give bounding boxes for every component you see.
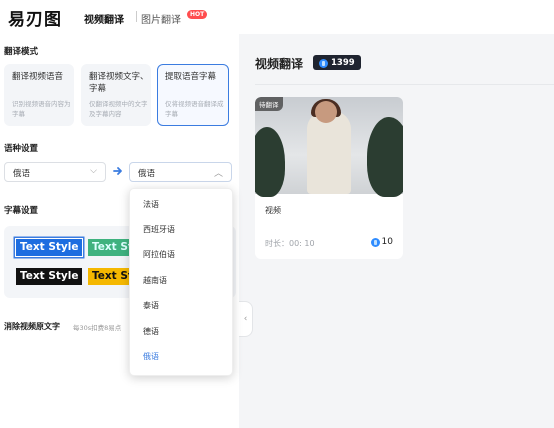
arrow-right-icon (113, 167, 122, 175)
video-duration: 时长：00: 10 (265, 239, 315, 248)
page-title: 视频翻译 (255, 57, 304, 71)
video-title: 视频 (265, 206, 281, 215)
person-figure (307, 111, 351, 194)
target-language-select[interactable]: 俄语 ︿ (129, 162, 232, 182)
cost-value: 10 (381, 237, 393, 247)
divider (255, 84, 554, 85)
coin-icon (370, 237, 380, 247)
chevron-up-icon: ︿ (213, 169, 223, 179)
mode-desc: 识别视频语音内容为字幕 (12, 100, 71, 118)
dropdown-option[interactable]: 西班牙语 (143, 224, 175, 235)
source-language-select[interactable]: 俄语 ⌵ (4, 162, 106, 182)
mode-card-text[interactable]: 翻译视频文字、字幕 仅翻译视频中的文字及字幕内容 (81, 64, 151, 126)
subtitle-style-3[interactable]: Text Style (16, 268, 83, 285)
dropdown-option[interactable]: 法语 (143, 199, 159, 210)
chevron-left-icon: ‹ (243, 314, 248, 324)
tab-video-translate[interactable]: 视频翻译 (84, 11, 124, 26)
mode-card-extract[interactable]: 提取语音字幕 仅将视频语音翻译成字幕 (157, 64, 229, 126)
top-bar: 易刃图 视频翻译 图片翻译 HOT (0, 0, 554, 34)
credit-badge: 1399 (313, 55, 361, 70)
mode-desc: 仅将视频语音翻译成字幕 (165, 100, 224, 118)
remove-text-hint: 每30s扣费8易点 (73, 324, 122, 332)
video-thumbnail (255, 97, 403, 197)
mode-title: 翻译视频语音 (12, 72, 64, 82)
app-logo: 易刃图 (8, 10, 62, 30)
video-card[interactable]: 待翻译 视频 时长：00: 10 10 (255, 97, 403, 259)
mode-title: 翻译视频文字、字幕 (89, 72, 149, 94)
subtitle-title: 字幕设置 (4, 206, 39, 216)
source-language-value: 俄语 (13, 169, 31, 179)
status-badge: 待翻译 (255, 97, 283, 111)
chevron-down-icon: ⌵ (90, 166, 97, 176)
target-language-value: 俄语 (138, 169, 156, 179)
dropdown-option-selected[interactable]: 俄语 (143, 351, 159, 362)
language-title: 语种设置 (4, 144, 39, 154)
mode-card-voice[interactable]: 翻译视频语音 识别视频语音内容为字幕 (4, 64, 74, 126)
video-cost: 10 (370, 237, 393, 247)
credit-count: 1399 (331, 58, 355, 68)
translate-mode-title: 翻译模式 (4, 47, 39, 57)
tab-divider (136, 11, 137, 22)
hot-badge: HOT (187, 10, 208, 19)
language-dropdown: 法语 西班牙语 阿拉伯语 越南语 泰语 德语 俄语 (129, 188, 233, 376)
remove-text-label: 消除视频原文字 (4, 322, 60, 331)
subtitle-style-1[interactable]: Text Style (15, 238, 84, 257)
mode-desc: 仅翻译视频中的文字及字幕内容 (89, 100, 148, 118)
coin-icon (319, 58, 328, 68)
dropdown-option[interactable]: 阿拉伯语 (143, 249, 175, 260)
dropdown-option[interactable]: 泰语 (143, 300, 159, 311)
collapse-panel-button[interactable]: ‹ (239, 301, 253, 337)
dropdown-option[interactable]: 越南语 (143, 275, 167, 286)
mode-title: 提取语音字幕 (165, 72, 217, 82)
tab-image-translate[interactable]: 图片翻译 (141, 11, 181, 26)
dropdown-option[interactable]: 德语 (143, 326, 159, 337)
